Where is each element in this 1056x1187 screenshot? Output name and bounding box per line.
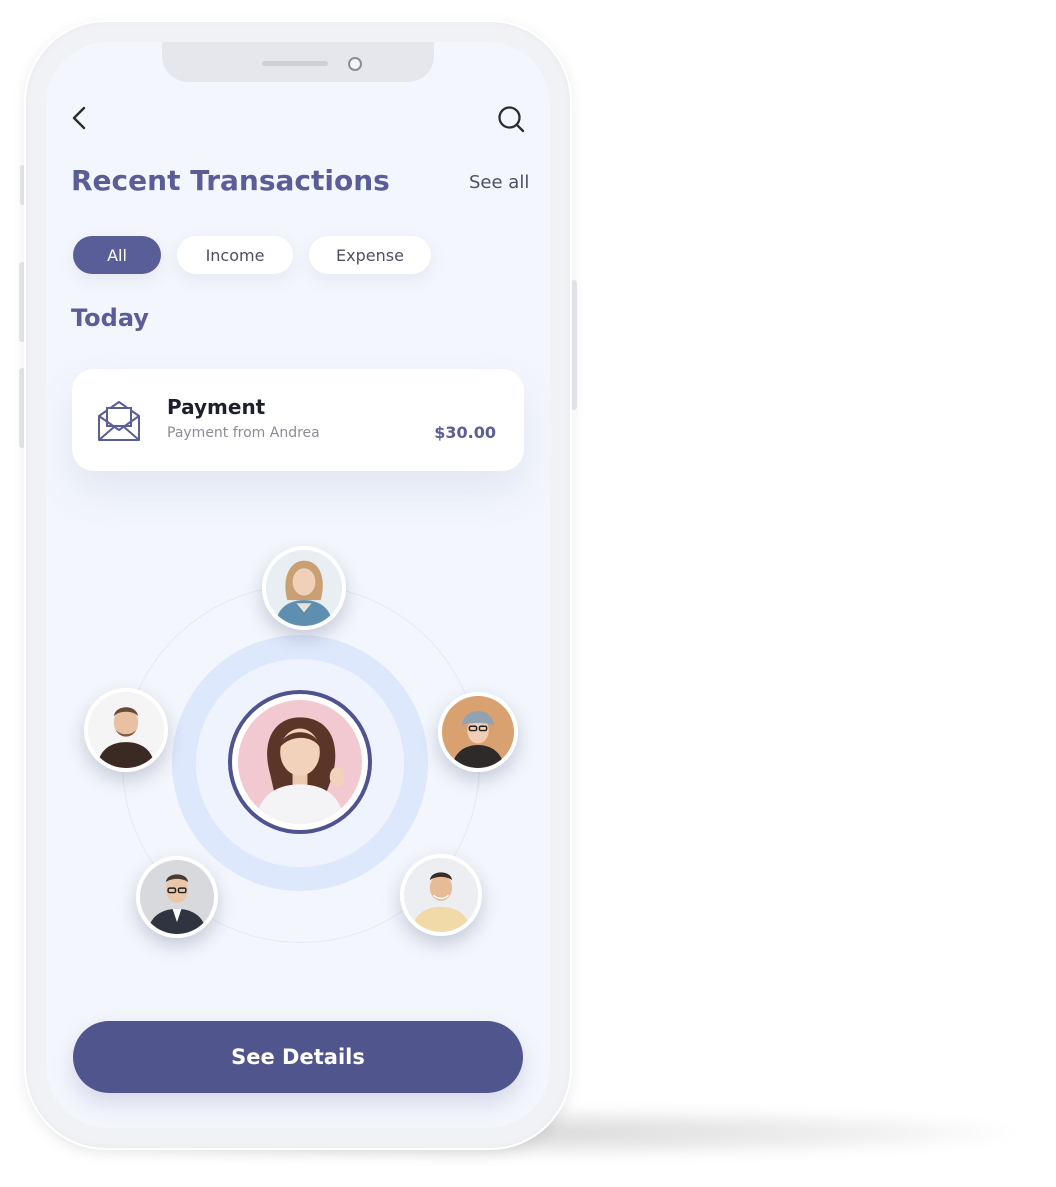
- filter-chip-all[interactable]: All: [73, 236, 161, 274]
- speaker: [262, 61, 328, 66]
- phone-frame: Recent Transactions See all All Income E…: [24, 20, 572, 1150]
- contact-avatar-left[interactable]: [84, 688, 168, 772]
- filter-chip-expense[interactable]: Expense: [309, 236, 431, 274]
- transaction-card[interactable]: Payment Payment from Andrea $30.00: [72, 369, 524, 471]
- contact-avatar-right[interactable]: [438, 692, 518, 772]
- see-details-button[interactable]: See Details: [73, 1021, 523, 1093]
- section-heading-today: Today: [71, 304, 149, 332]
- chevron-left-icon[interactable]: [66, 104, 94, 132]
- contact-avatar-bottom-right[interactable]: [400, 854, 482, 936]
- notch: [162, 42, 434, 82]
- transaction-title: Payment: [167, 395, 266, 419]
- see-all-link[interactable]: See all: [469, 172, 529, 193]
- search-icon[interactable]: [496, 104, 526, 134]
- phone-screen: Recent Transactions See all All Income E…: [46, 42, 550, 1128]
- page-title: Recent Transactions: [71, 164, 390, 197]
- transaction-subtitle: Payment from Andrea: [167, 425, 320, 441]
- contact-avatar-bottom-left[interactable]: [136, 856, 218, 938]
- front-camera: [348, 57, 362, 71]
- contact-avatar-top[interactable]: [262, 546, 346, 630]
- transaction-amount: $30.00: [434, 423, 496, 442]
- selected-contact-avatar[interactable]: [228, 690, 372, 834]
- filter-chip-income[interactable]: Income: [177, 236, 293, 274]
- envelope-open-icon: [96, 399, 142, 443]
